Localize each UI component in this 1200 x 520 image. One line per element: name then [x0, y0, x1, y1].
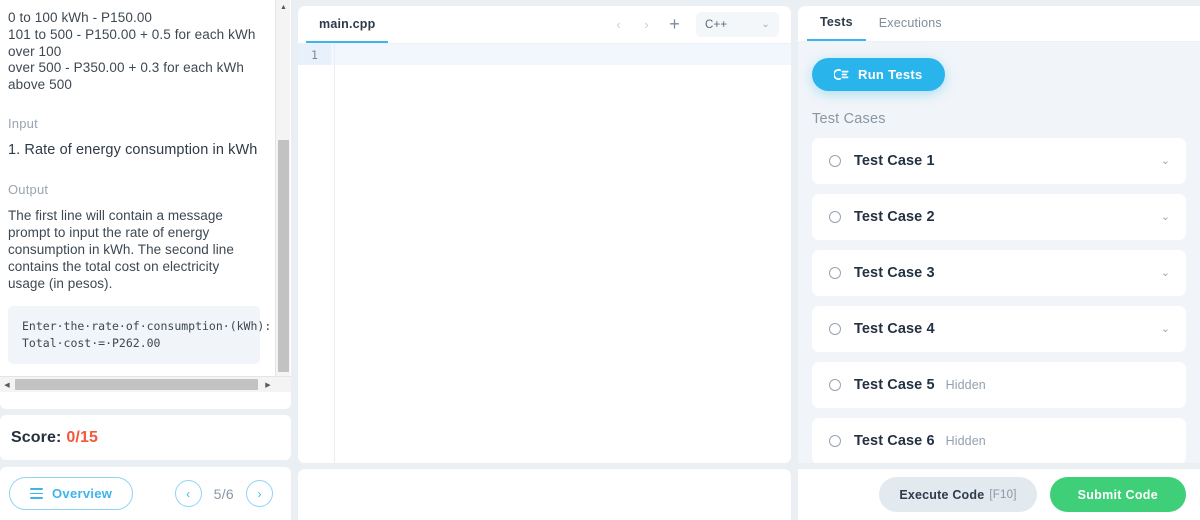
overview-button[interactable]: Overview — [9, 477, 134, 510]
test-case-row[interactable]: Test Case 5 Hidden — [812, 361, 1186, 408]
chevron-down-icon[interactable]: ⌄ — [1161, 322, 1170, 335]
problem-scroll-content: 0 to 100 kWh - P150.00 101 to 500 - P150… — [0, 0, 274, 389]
tab-executions-label: Executions — [878, 16, 942, 31]
scroll-up-icon[interactable]: ▲ — [276, 0, 291, 14]
tests-panel: Tests Executions Run Tests Test Cases Te… — [798, 6, 1200, 463]
language-select-value: C++ — [705, 18, 728, 31]
problem-vertical-scrollbar[interactable]: ▲ ▼ — [275, 0, 290, 389]
previous-problem-button[interactable]: ‹ — [174, 480, 202, 507]
tests-tab-bar: Tests Executions — [798, 6, 1200, 42]
code-editor-panel: main.cpp ‹ › + C++ ⌄ 1 — [298, 6, 791, 463]
console-output-panel — [298, 469, 791, 520]
editor-toolbar: ‹ › + C++ ⌄ — [612, 6, 779, 43]
execute-code-shortcut: [F10] — [989, 488, 1017, 501]
problem-navigation-bar: Overview ‹ 5/6 › — [0, 467, 291, 520]
status-circle-icon — [829, 154, 841, 167]
editor-column: main.cpp ‹ › + C++ ⌄ 1 — [291, 0, 798, 520]
test-case-list: Test Case 1 ⌄ Test Case 2 ⌄ Test Case 3 — [812, 137, 1186, 463]
language-select[interactable]: C++ ⌄ — [696, 12, 779, 37]
tab-tests[interactable]: Tests — [807, 6, 866, 41]
chevron-left-icon[interactable]: ‹ — [612, 17, 625, 32]
action-bar: Execute Code [F10] Submit Code — [798, 469, 1200, 520]
pager: ‹ 5/6 › — [174, 480, 273, 507]
file-tab-main-cpp[interactable]: main.cpp — [306, 6, 389, 43]
tab-tests-label: Tests — [820, 15, 853, 30]
horizontal-scroll-thumb[interactable] — [15, 379, 258, 390]
score-card: Score: 0/15 — [0, 415, 291, 460]
rate-line-2: 101 to 500 - P150.00 + 0.5 for each kWh … — [8, 26, 256, 59]
rate-line-1: 0 to 100 kWh - P150.00 — [8, 10, 153, 25]
test-cases-section-label: Test Cases — [812, 110, 886, 127]
test-case-row[interactable]: Test Case 1 ⌄ — [812, 137, 1186, 184]
test-case-row[interactable]: Test Case 3 ⌄ — [812, 249, 1186, 296]
file-tab-label: main.cpp — [319, 16, 376, 31]
problem-statement-panel: 0 to 100 kWh - P150.00 101 to 500 - P150… — [0, 0, 291, 409]
score-label: Score: — [11, 428, 62, 446]
problem-column: 0 to 100 kWh - P150.00 101 to 500 - P150… — [0, 0, 291, 520]
status-circle-icon — [829, 322, 841, 335]
test-case-row[interactable]: Test Case 6 Hidden — [812, 417, 1186, 463]
chevron-right-icon[interactable]: › — [640, 17, 653, 32]
editor-header: main.cpp ‹ › + C++ ⌄ — [298, 6, 791, 44]
chevron-right-icon: › — [257, 486, 262, 501]
test-case-hidden-badge: Hidden — [945, 433, 986, 448]
test-case-row[interactable]: Test Case 4 ⌄ — [812, 305, 1186, 352]
sample-output-block: Enter·the·rate·of·consumption·(kWh):·324… — [8, 305, 274, 364]
scroll-right-icon[interactable]: ▶ — [261, 377, 275, 392]
overview-button-label: Overview — [52, 486, 113, 501]
test-case-label: Test Case 2 — [854, 208, 935, 225]
execute-code-label: Execute Code — [899, 487, 985, 502]
output-description: The first line will contain a message pr… — [8, 207, 234, 291]
editor-code-area[interactable]: 1 — [298, 44, 791, 463]
chevron-down-icon[interactable]: ⌄ — [1161, 210, 1170, 223]
submit-code-button[interactable]: Submit Code — [1049, 477, 1186, 512]
add-file-icon[interactable]: + — [668, 14, 681, 35]
tests-body: Run Tests Test Cases Test Case 1 ⌄ Test … — [798, 41, 1200, 463]
coding-exercise-page: 0 to 100 kWh - P150.00 101 to 500 - P150… — [0, 0, 1200, 520]
status-circle-icon — [829, 378, 841, 391]
status-circle-icon — [829, 266, 841, 279]
scroll-left-icon[interactable]: ◀ — [0, 377, 14, 392]
problem-horizontal-scrollbar[interactable]: ◀ ▶ — [0, 376, 291, 392]
chevron-down-icon[interactable]: ⌄ — [1161, 154, 1170, 167]
output-section-label: Output — [8, 181, 49, 197]
run-tests-label: Run Tests — [858, 66, 923, 82]
input-section-label: Input — [8, 115, 38, 131]
code-line-text[interactable] — [331, 44, 791, 65]
test-case-label: Test Case 5 — [854, 376, 935, 393]
submit-code-label: Submit Code — [1077, 487, 1158, 502]
rate-line-3: over 500 - P350.00 + 0.3 for each kWh ab… — [8, 60, 244, 93]
run-tests-button[interactable]: Run Tests — [812, 57, 945, 91]
tests-column: Tests Executions Run Tests Test Cases Te… — [798, 0, 1200, 520]
status-circle-icon — [829, 210, 841, 223]
input-description: 1. Rate of energy consumption in kWh — [8, 141, 258, 158]
vertical-scroll-thumb[interactable] — [278, 140, 289, 372]
tab-executions[interactable]: Executions — [866, 6, 955, 41]
chevron-left-icon: ‹ — [186, 486, 191, 501]
test-case-hidden-badge: Hidden — [945, 377, 986, 392]
line-number: 1 — [298, 44, 331, 65]
chevron-down-icon[interactable]: ⌄ — [1161, 266, 1170, 279]
chevron-down-icon: ⌄ — [761, 19, 770, 30]
code-line-row[interactable]: 1 — [298, 44, 791, 65]
status-circle-icon — [829, 434, 841, 447]
test-case-label: Test Case 1 — [854, 152, 935, 169]
execute-code-button[interactable]: Execute Code [F10] — [879, 477, 1037, 512]
score-value: 0/15 — [66, 428, 98, 446]
test-case-label: Test Case 4 — [854, 320, 935, 337]
test-case-label: Test Case 3 — [854, 264, 935, 281]
gutter-divider — [334, 44, 335, 463]
test-case-row[interactable]: Test Case 2 ⌄ — [812, 193, 1186, 240]
next-problem-button[interactable]: › — [246, 480, 273, 507]
test-case-label: Test Case 6 — [854, 432, 935, 449]
page-indicator: 5/6 — [213, 485, 234, 502]
run-icon — [834, 68, 849, 80]
hamburger-icon — [30, 488, 43, 499]
